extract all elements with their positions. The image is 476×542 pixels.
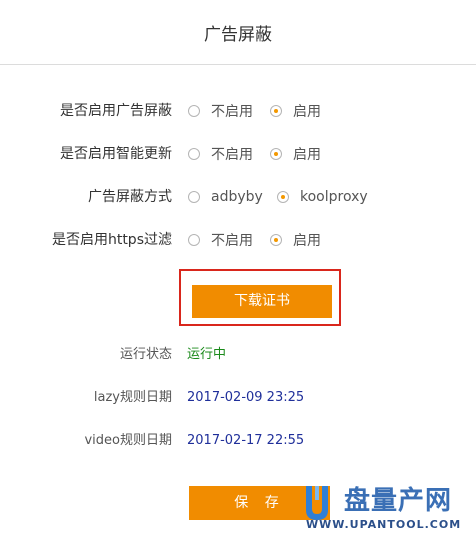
setting-row-smart-update: 是否启用智能更新 不启用 启用	[0, 142, 476, 166]
radio-option-label: 不启用	[211, 233, 253, 249]
status-row-run-state: 运行状态 运行中	[0, 343, 476, 367]
watermark-logo: 盘量产网 WWW.UPANTOOL.COM	[300, 478, 476, 542]
setting-row-block-mode: 广告屏蔽方式 adbyby koolproxy	[0, 185, 476, 209]
radio-option-label: 启用	[293, 147, 321, 163]
video-rule-date-label: video规则日期	[84, 433, 172, 448]
status-row-video-date: video规则日期 2017-02-17 22:55	[0, 429, 476, 453]
radio-option-label: adbyby	[211, 189, 263, 205]
radio-option-enable[interactable]: 启用	[270, 228, 321, 252]
radio-option-enable[interactable]: 启用	[270, 142, 321, 166]
video-rule-date-value: 2017-02-17 22:55	[187, 433, 305, 448]
radio-option-label: 不启用	[211, 147, 253, 163]
radio-button-checked-icon[interactable]	[270, 105, 282, 117]
lazy-rule-date-label: lazy规则日期	[93, 390, 172, 405]
radio-option-label: 启用	[293, 233, 321, 249]
radio-button-icon[interactable]	[188, 105, 200, 117]
setting-row-adblock-enable: 是否启用广告屏蔽 不启用 启用	[0, 99, 476, 123]
radio-option-disable[interactable]: 不启用	[188, 99, 253, 123]
radio-option-adbyby[interactable]: adbyby	[188, 185, 263, 209]
setting-row-https-filter: 是否启用https过滤 不启用 启用	[0, 228, 476, 252]
run-state-value: 运行中	[187, 347, 227, 362]
radio-option-label: koolproxy	[300, 189, 368, 205]
radio-option-disable[interactable]: 不启用	[188, 142, 253, 166]
watermark-url: WWW.UPANTOOL.COM	[306, 518, 462, 531]
status-row-lazy-date: lazy规则日期 2017-02-09 23:25	[0, 386, 476, 410]
download-certificate-button[interactable]: 下载证书	[192, 285, 332, 318]
setting-label: 广告屏蔽方式	[88, 189, 172, 205]
radio-option-label: 启用	[293, 104, 321, 120]
radio-option-disable[interactable]: 不启用	[188, 228, 253, 252]
title-divider	[0, 64, 476, 65]
watermark-brand: 盘量产网	[344, 486, 453, 516]
run-state-label: 运行状态	[119, 347, 172, 362]
radio-button-icon[interactable]	[188, 191, 200, 203]
radio-option-enable[interactable]: 启用	[270, 99, 321, 123]
radio-button-checked-icon[interactable]	[270, 148, 282, 160]
setting-label: 是否启用https过滤	[51, 232, 172, 248]
radio-button-checked-icon[interactable]	[270, 234, 282, 246]
setting-label: 是否启用智能更新	[60, 146, 172, 162]
radio-button-icon[interactable]	[188, 148, 200, 160]
radio-option-koolproxy[interactable]: koolproxy	[277, 185, 368, 209]
lazy-rule-date-value: 2017-02-09 23:25	[187, 390, 305, 405]
page-title: 广告屏蔽	[204, 25, 272, 45]
radio-button-checked-icon[interactable]	[277, 191, 289, 203]
radio-option-label: 不启用	[211, 104, 253, 120]
setting-label: 是否启用广告屏蔽	[60, 103, 172, 119]
radio-button-icon[interactable]	[188, 234, 200, 246]
